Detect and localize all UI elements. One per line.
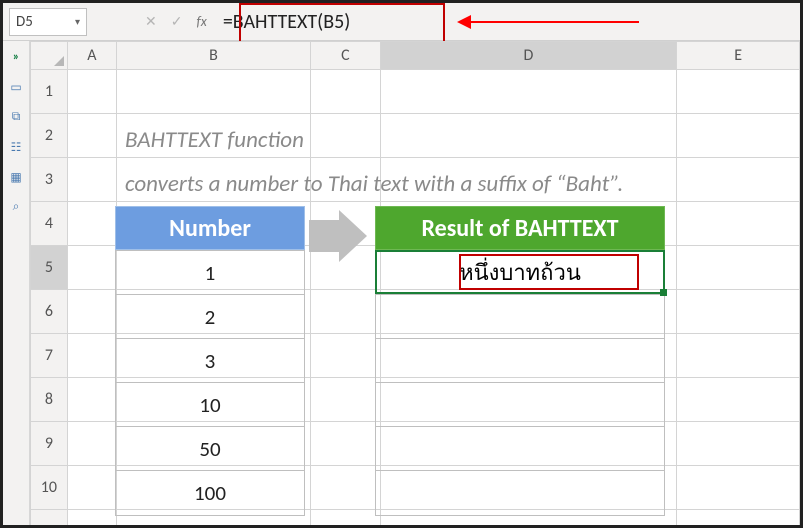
confirm-icon[interactable]: ✓	[171, 13, 183, 30]
row-header-6[interactable]: 6	[31, 290, 68, 334]
formula-bar: D5 ▾ ✕ ✓ fx =BAHTTEXT(B5)	[3, 3, 800, 41]
col-header-B[interactable]: B	[116, 42, 310, 70]
side-toolbar: » ▭ ⧉ ☷ ▦ ⌕	[3, 41, 30, 525]
row-header-9[interactable]: 9	[31, 422, 68, 466]
row-header-7[interactable]: 7	[31, 334, 68, 378]
tool-icon-4[interactable]: ▦	[8, 169, 24, 185]
col-header-E[interactable]: E	[677, 42, 800, 70]
tool-icon-1[interactable]: ▭	[8, 79, 24, 95]
name-box-value: D5	[16, 13, 33, 31]
row-header-3[interactable]: 3	[31, 158, 68, 202]
formula-text: =BAHTTEXT(B5)	[223, 10, 350, 34]
expand-icon[interactable]: »	[8, 49, 24, 65]
name-box[interactable]: D5 ▾	[9, 8, 87, 36]
row-header-5[interactable]: 5	[31, 246, 68, 290]
formula-input[interactable]: =BAHTTEXT(B5)	[213, 8, 800, 36]
col-header-A[interactable]: A	[67, 42, 116, 70]
fx-icon[interactable]: fx	[196, 13, 206, 30]
col-header-D[interactable]: D	[380, 42, 677, 70]
tool-icon-2[interactable]: ⧉	[8, 109, 24, 125]
row-header-1[interactable]: 1	[31, 70, 68, 114]
col-header-C[interactable]: C	[311, 42, 381, 70]
cancel-icon[interactable]: ✕	[145, 13, 157, 30]
dropdown-icon[interactable]: ▾	[75, 15, 80, 28]
row-header-8[interactable]: 8	[31, 378, 68, 422]
row-header-2[interactable]: 2	[31, 114, 68, 158]
row-header-11[interactable]	[31, 510, 68, 526]
spreadsheet-grid[interactable]: A B C D E 1 2 3 4 5 6 7 8 9 10	[30, 41, 800, 525]
tool-icon-5[interactable]: ⌕	[8, 199, 24, 215]
row-header-4[interactable]: 4	[31, 202, 68, 246]
formula-bar-icons: ✕ ✓ fx	[139, 13, 213, 30]
tool-icon-3[interactable]: ☷	[8, 139, 24, 155]
select-all-corner[interactable]	[31, 42, 68, 70]
row-header-10[interactable]: 10	[31, 466, 68, 510]
